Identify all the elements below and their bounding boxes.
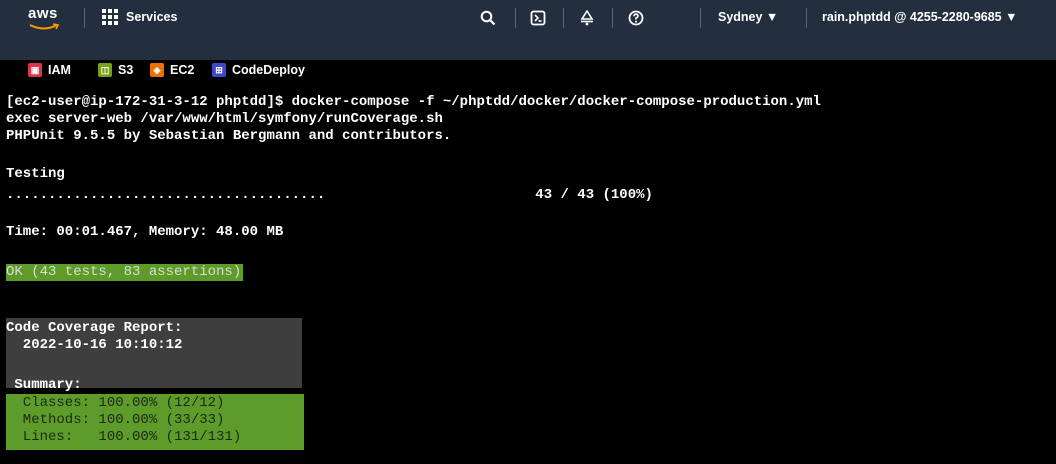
s3-icon: ◫ — [98, 63, 112, 77]
divider — [806, 8, 807, 28]
summary-line: Lines: 100.00% (131/131) — [6, 429, 242, 445]
terminal-line: [ec2-user@ip-172-31-3-12 phptdd]$ docker… — [6, 94, 821, 110]
coverage-date: 2022-10-16 10:10:12 — [6, 337, 183, 353]
notifications-icon[interactable] — [577, 8, 597, 28]
services-label: Services — [126, 10, 178, 24]
terminal-line: Time: 00:01.467, Memory: 48.00 MB — [6, 224, 284, 240]
help-icon[interactable] — [626, 8, 646, 28]
account-menu[interactable]: rain.phptdd @ 4255-2280-9685 ▼ — [822, 10, 1017, 24]
test-result-badge: OK (43 tests, 83 assertions) — [6, 264, 244, 281]
divider — [515, 8, 516, 28]
favorite-label: S3 — [118, 63, 134, 77]
terminal-line: exec server-web /var/www/html/symfony/ru… — [6, 111, 443, 127]
favorite-label: EC2 — [170, 63, 195, 77]
services-menu-button[interactable]: Services — [102, 9, 177, 25]
summary-label: Summary: — [6, 377, 82, 393]
favorite-label: CodeDeploy — [232, 63, 305, 77]
aws-logo[interactable]: aws — [28, 5, 62, 33]
aws-smile-icon — [29, 23, 60, 30]
search-icon[interactable] — [478, 8, 498, 28]
region-selector[interactable]: Sydney ▼ — [718, 10, 778, 24]
divider — [563, 8, 564, 28]
primary-nav: aws Services Sydney ▼ rain.phptdd @ 4255… — [0, 0, 1056, 34]
favorite-ec2[interactable]: ◈ EC2 — [150, 63, 194, 77]
favorite-iam[interactable]: ▣ IAM — [28, 63, 71, 77]
codedeploy-icon: ⊞ — [212, 63, 226, 77]
divider — [612, 8, 613, 28]
cloudshell-icon[interactable] — [528, 8, 548, 28]
favorite-codedeploy[interactable]: ⊞ CodeDeploy — [212, 63, 305, 77]
services-grid-icon — [102, 9, 118, 25]
aws-logo-text: aws — [28, 5, 58, 22]
ec2-icon: ◈ — [150, 63, 164, 77]
terminal-line: ...................................... 4… — [6, 187, 653, 203]
terminal-line: PHPUnit 9.5.5 by Sebastian Bergmann and … — [6, 128, 452, 144]
favorite-label: IAM — [48, 63, 71, 77]
top-navigation-bar: aws Services Sydney ▼ rain.phptdd @ 4255… — [0, 0, 1056, 77]
divider — [84, 8, 85, 28]
terminal-line: Testing — [6, 166, 65, 182]
summary-line: Classes: 100.00% (12/12) — [6, 395, 225, 411]
summary-line: Methods: 100.00% (33/33) — [6, 412, 225, 428]
iam-icon: ▣ — [28, 63, 42, 77]
terminal-output[interactable]: [ec2-user@ip-172-31-3-12 phptdd]$ docker… — [0, 84, 1056, 464]
divider — [700, 8, 701, 28]
favorite-s3[interactable]: ◫ S3 — [98, 63, 133, 77]
coverage-title: Code Coverage Report: — [6, 320, 183, 336]
